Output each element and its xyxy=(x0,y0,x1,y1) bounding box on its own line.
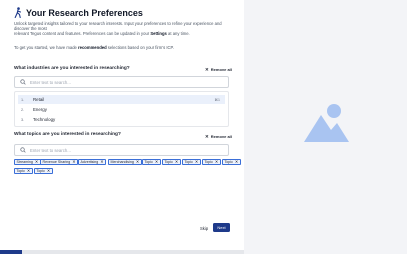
remove-tag-icon[interactable]: ✕ xyxy=(72,159,75,164)
topic-tag[interactable]: Streaming ✕ xyxy=(14,159,41,165)
intro-line-2-end: at any time. xyxy=(166,31,190,36)
remove-tag-icon[interactable]: ✕ xyxy=(195,159,198,164)
remove-tag-icon[interactable]: ✕ xyxy=(175,159,178,164)
remove-all-label: Remove all xyxy=(210,134,232,139)
option-label: Technology xyxy=(33,117,56,122)
remove-tag-icon[interactable]: ✕ xyxy=(235,159,238,164)
tag-label: Topic xyxy=(16,168,25,173)
remove-tag-icon[interactable]: ✕ xyxy=(155,159,158,164)
remove-tag-icon[interactable]: ✕ xyxy=(215,159,218,164)
tag-label: Topic xyxy=(224,159,233,164)
topic-tag[interactable]: Topic ✕ xyxy=(162,159,181,165)
tag-label: Topic xyxy=(36,168,45,173)
note-bold: recommended xyxy=(78,45,107,50)
note-part-a: To get you started, we have made xyxy=(14,45,79,50)
industries-search-input[interactable] xyxy=(30,79,220,85)
close-icon: ✕ xyxy=(205,133,209,139)
remove-tag-icon[interactable]: ✕ xyxy=(100,159,103,164)
progress-bar-fill xyxy=(0,250,22,254)
topic-tag[interactable]: Topic ✕ xyxy=(202,159,221,165)
remove-tag-icon[interactable]: ✕ xyxy=(27,168,30,173)
tag-label: Topic xyxy=(184,159,193,164)
topic-tag[interactable]: Topic ✕ xyxy=(142,159,161,165)
option-number: 2. xyxy=(21,107,25,112)
settings-link[interactable]: Settings xyxy=(150,31,167,36)
topics-remove-all-button[interactable]: ✕ Remove all xyxy=(205,134,232,139)
image-placeholder-icon xyxy=(304,104,349,142)
tag-label: Revenue Sharing xyxy=(42,159,71,164)
industries-search[interactable] xyxy=(14,76,229,88)
option-number: 3. xyxy=(21,117,25,122)
topic-tag[interactable]: Advertising ✕ xyxy=(78,159,106,165)
close-icon: ✕ xyxy=(205,66,209,72)
remove-tag-icon[interactable]: ✕ xyxy=(35,159,38,164)
search-icon xyxy=(20,147,26,153)
skip-button[interactable]: Skip xyxy=(200,226,208,231)
industries-question: What industries are you interested in re… xyxy=(14,66,130,71)
remove-tag-icon[interactable]: ✕ xyxy=(47,168,50,173)
tag-label: Advertising xyxy=(80,159,99,164)
topic-tag[interactable]: Topic ✕ xyxy=(14,168,33,174)
remove-tag-icon[interactable]: ✕ xyxy=(136,159,139,164)
tag-label: Topic xyxy=(144,159,153,164)
tag-label: Topic xyxy=(204,159,213,164)
title-row: Your Research Preferences xyxy=(14,7,143,18)
option-label: Retail xyxy=(33,97,45,102)
industries-remove-all-button[interactable]: ✕ Remove all xyxy=(205,67,232,72)
tag-label: Topic xyxy=(164,159,173,164)
topics-search[interactable] xyxy=(14,144,229,156)
tag-label: Streaming xyxy=(16,159,33,164)
intro-line-2: relevant Tegus content and features. Pre… xyxy=(14,31,151,36)
topic-tag[interactable]: Revenue Sharing ✕ xyxy=(40,159,78,165)
option-label: Energy xyxy=(33,107,47,112)
next-button[interactable]: Next xyxy=(213,223,230,232)
recommendation-note: To get you started, we have made recomme… xyxy=(14,45,174,50)
industry-option-retail[interactable]: 1. Retail ⌘1 xyxy=(18,95,225,104)
research-figure-icon xyxy=(14,7,22,18)
tag-label: Merchandising xyxy=(110,159,134,164)
topic-tag[interactable]: Topic ✕ xyxy=(222,159,241,165)
topic-tag[interactable]: Topic ✕ xyxy=(34,168,53,174)
preferences-panel: Your Research Preferences Unlock targete… xyxy=(0,0,244,254)
search-icon xyxy=(20,79,26,85)
remove-all-label: Remove all xyxy=(210,67,232,72)
intro-text: Unlock targeted insights tailored to you… xyxy=(14,21,236,36)
industry-option-energy[interactable]: 2. Energy xyxy=(18,105,225,114)
option-number: 1. xyxy=(21,97,25,102)
shortcut-hint: ⌘1 xyxy=(214,97,220,102)
topics-question: What topics are you interested in resear… xyxy=(14,132,121,137)
topic-tag[interactable]: Merchandising ✕ xyxy=(108,159,142,165)
industries-dropdown: 1. Retail ⌘1 2. Energy 3. Technology xyxy=(14,91,229,127)
industry-option-technology[interactable]: 3. Technology xyxy=(18,115,225,124)
topics-search-input[interactable] xyxy=(30,147,220,153)
intro-line-1: Unlock targeted insights tailored to you… xyxy=(14,21,222,31)
topic-tag[interactable]: Topic ✕ xyxy=(182,159,201,165)
note-part-b: selections based on your firm's ICP. xyxy=(106,45,174,50)
progress-bar xyxy=(0,250,244,254)
page-title: Your Research Preferences xyxy=(26,7,143,18)
